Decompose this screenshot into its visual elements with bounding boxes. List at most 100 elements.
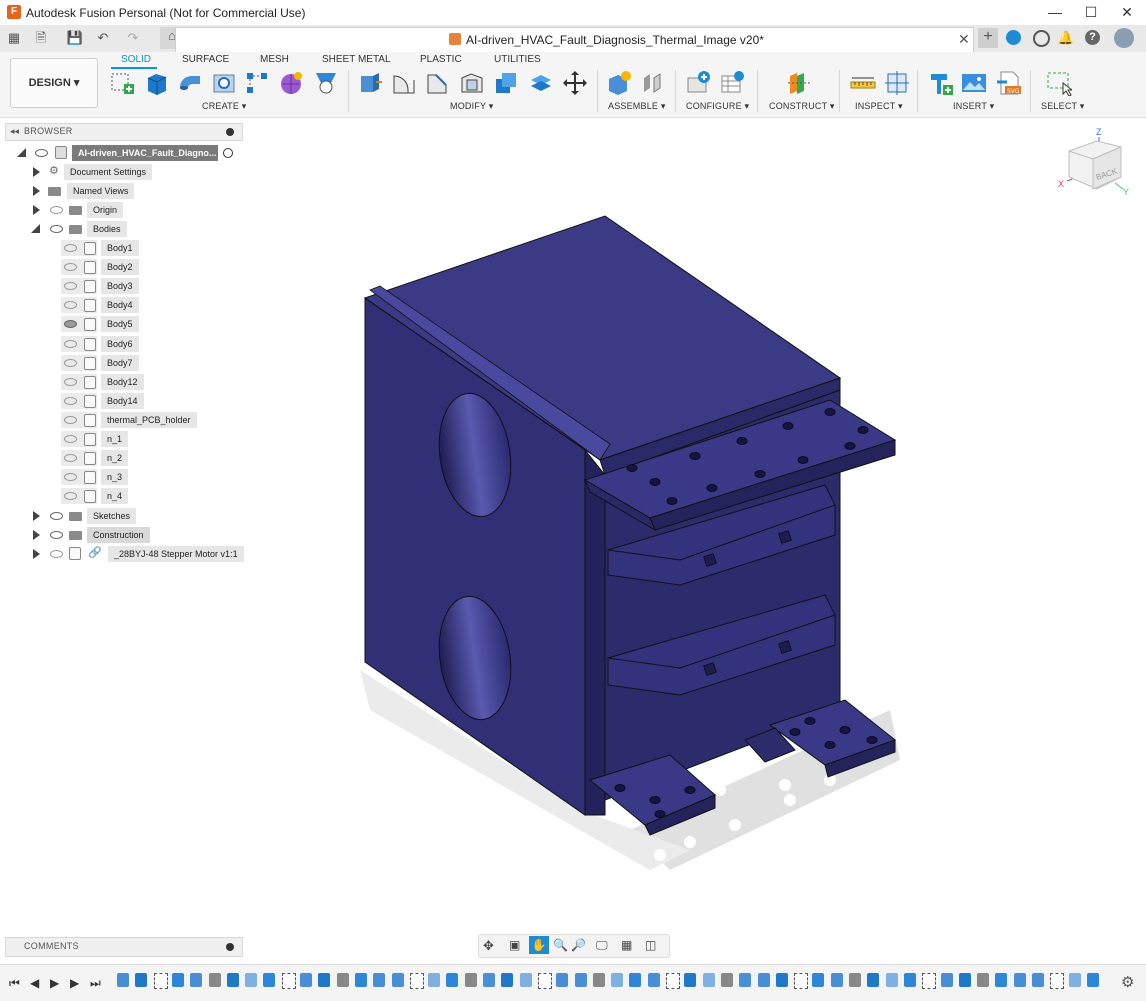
new-tab-icon[interactable]: + [978,28,998,48]
timeline-feature-icon[interactable] [574,973,587,987]
model-viewport[interactable] [250,150,1050,910]
move-copy-icon[interactable] [562,70,588,96]
timeline-feature-icon[interactable] [1032,973,1044,987]
minimize-button[interactable]: — [1037,0,1073,25]
visibility-eye-icon[interactable] [64,415,77,424]
timeline-feature-icon[interactable] [739,973,752,987]
file-menu-icon[interactable]: 🗎 [32,29,50,47]
tab-plastic[interactable]: PLASTIC [420,54,462,65]
orbit-icon[interactable]: ✥ [483,938,494,954]
visibility-eye-icon[interactable] [50,512,63,520]
construct-group-label[interactable]: CONSTRUCT ▾ [769,101,835,112]
assemble-group-label[interactable]: ASSEMBLE ▾ [608,101,666,112]
timeline-feature-icon[interactable] [519,973,532,987]
timeline-feature-icon[interactable] [867,973,880,987]
select-group-label[interactable]: SELECT ▾ [1041,101,1084,112]
section-analysis-icon[interactable] [884,70,910,96]
tree-item-body[interactable]: Body1 [0,240,240,256]
offset-plane-icon[interactable] [786,70,812,96]
tab-solid[interactable]: SOLID [121,54,151,65]
timeline-feature-icon[interactable] [1050,973,1065,989]
timeline-feature-icon[interactable] [629,973,642,987]
timeline-feature-icon[interactable] [720,973,733,987]
visibility-eye-icon[interactable] [64,435,77,443]
insert-svg-icon[interactable]: SVG [996,70,1022,96]
timeline-feature-icon[interactable] [263,973,276,987]
job-status-icon[interactable] [1033,30,1050,47]
timeline-feature-icon[interactable] [885,973,898,987]
visibility-eye-icon[interactable] [35,149,48,157]
tree-root-node[interactable]: AI-driven_HVAC_Fault_Diagno... [0,145,240,161]
tree-item-body[interactable]: Body12 [0,373,240,390]
fit-icon[interactable]: 🔎 [571,938,586,952]
create-box-icon[interactable] [144,70,170,96]
visibility-eye-icon[interactable] [64,377,77,386]
timeline-feature-icon[interactable] [903,973,916,987]
tab-utilities[interactable]: UTILITIES [494,54,541,65]
timeline-feature-icon[interactable] [702,973,715,987]
insert-derive-icon[interactable] [928,70,954,96]
fillet-icon[interactable] [391,70,417,96]
visibility-eye-icon[interactable] [50,225,63,233]
play-icon[interactable]: ▶ [50,976,59,990]
joint-icon[interactable] [640,70,666,96]
configure-group-label[interactable]: CONFIGURE ▾ [686,101,749,112]
visibility-eye-icon[interactable] [64,358,77,367]
create-form-icon[interactable] [278,70,304,96]
maximize-button[interactable]: ☐ [1073,0,1109,25]
tab-mesh[interactable]: MESH [260,54,289,65]
timeline-feature-icon[interactable] [171,973,184,987]
new-component-icon[interactable] [606,70,632,96]
grid-snaps-icon[interactable]: ▦ [621,938,632,952]
timeline-feature-icon[interactable] [373,973,386,987]
timeline-feature-icon[interactable] [775,973,788,987]
tree-item-body[interactable]: Body7 [0,354,240,371]
timeline-feature-icon[interactable] [501,973,514,987]
viewcube[interactable]: Z X Y BACK [1057,125,1137,205]
timeline-settings-gear-icon[interactable]: ⚙ [1121,973,1134,991]
workspace-switcher-button[interactable]: DESIGN ▾ [10,58,98,108]
timeline-feature-icon[interactable] [208,973,221,987]
tree-item-bodies[interactable]: Bodies [0,221,240,237]
visibility-eye-icon[interactable] [64,396,77,405]
visibility-eye-icon[interactable] [50,206,63,214]
tree-item-body[interactable]: n_4 [0,488,240,505]
timeline-feature-icon[interactable] [647,973,660,987]
tree-item-body[interactable]: Body3 [0,278,240,295]
chamfer-icon[interactable] [425,70,451,96]
timeline-feature-icon[interactable] [354,973,367,987]
undo-icon[interactable]: ↶ [94,29,112,47]
viewports-icon[interactable]: ◫ [645,938,656,952]
tree-item-body[interactable]: n_1 [0,431,240,447]
timeline-feature-icon[interactable] [281,973,296,989]
tab-sheet-metal[interactable]: SHEET METAL [322,54,391,65]
expand-icon[interactable] [33,205,40,215]
look-at-icon[interactable]: ▣ [509,938,520,952]
insert-group-label[interactable]: INSERT ▾ [953,101,994,112]
timeline-feature-icon[interactable] [794,973,809,989]
redo-icon[interactable]: ↷ [124,29,142,47]
offset-face-icon[interactable] [528,70,554,96]
step-forward-icon[interactable]: ▶ [70,976,79,990]
timeline-feature-icon[interactable] [464,973,477,987]
timeline-feature-icon[interactable] [428,973,441,987]
activate-component-icon[interactable] [223,148,233,158]
zoom-icon[interactable]: 🔍 [553,938,568,952]
extensions-icon[interactable] [1006,30,1021,45]
tree-item-sketches[interactable]: Sketches [0,508,240,524]
tree-item-document-settings[interactable]: ⚙ Document Settings [0,164,240,180]
timeline-feature-icon[interactable] [409,973,424,989]
create-pipe-icon[interactable] [177,70,203,96]
help-icon[interactable]: ? [1085,30,1100,45]
timeline-feature-icon[interactable] [117,973,129,987]
timeline-feature-icon[interactable] [958,973,971,987]
timeline-feature-icon[interactable] [483,973,495,987]
timeline-feature-icon[interactable] [318,973,331,987]
add-comment-icon[interactable] [226,943,234,951]
go-to-end-icon[interactable]: ⏭ [90,976,101,991]
go-to-start-icon[interactable]: ⏮ [9,976,20,991]
create-derive-icon[interactable] [313,70,339,96]
tree-item-body[interactable]: Body2 [0,259,240,276]
close-window-button[interactable]: ✕ [1109,0,1145,25]
timeline-feature-icon[interactable] [300,973,312,987]
